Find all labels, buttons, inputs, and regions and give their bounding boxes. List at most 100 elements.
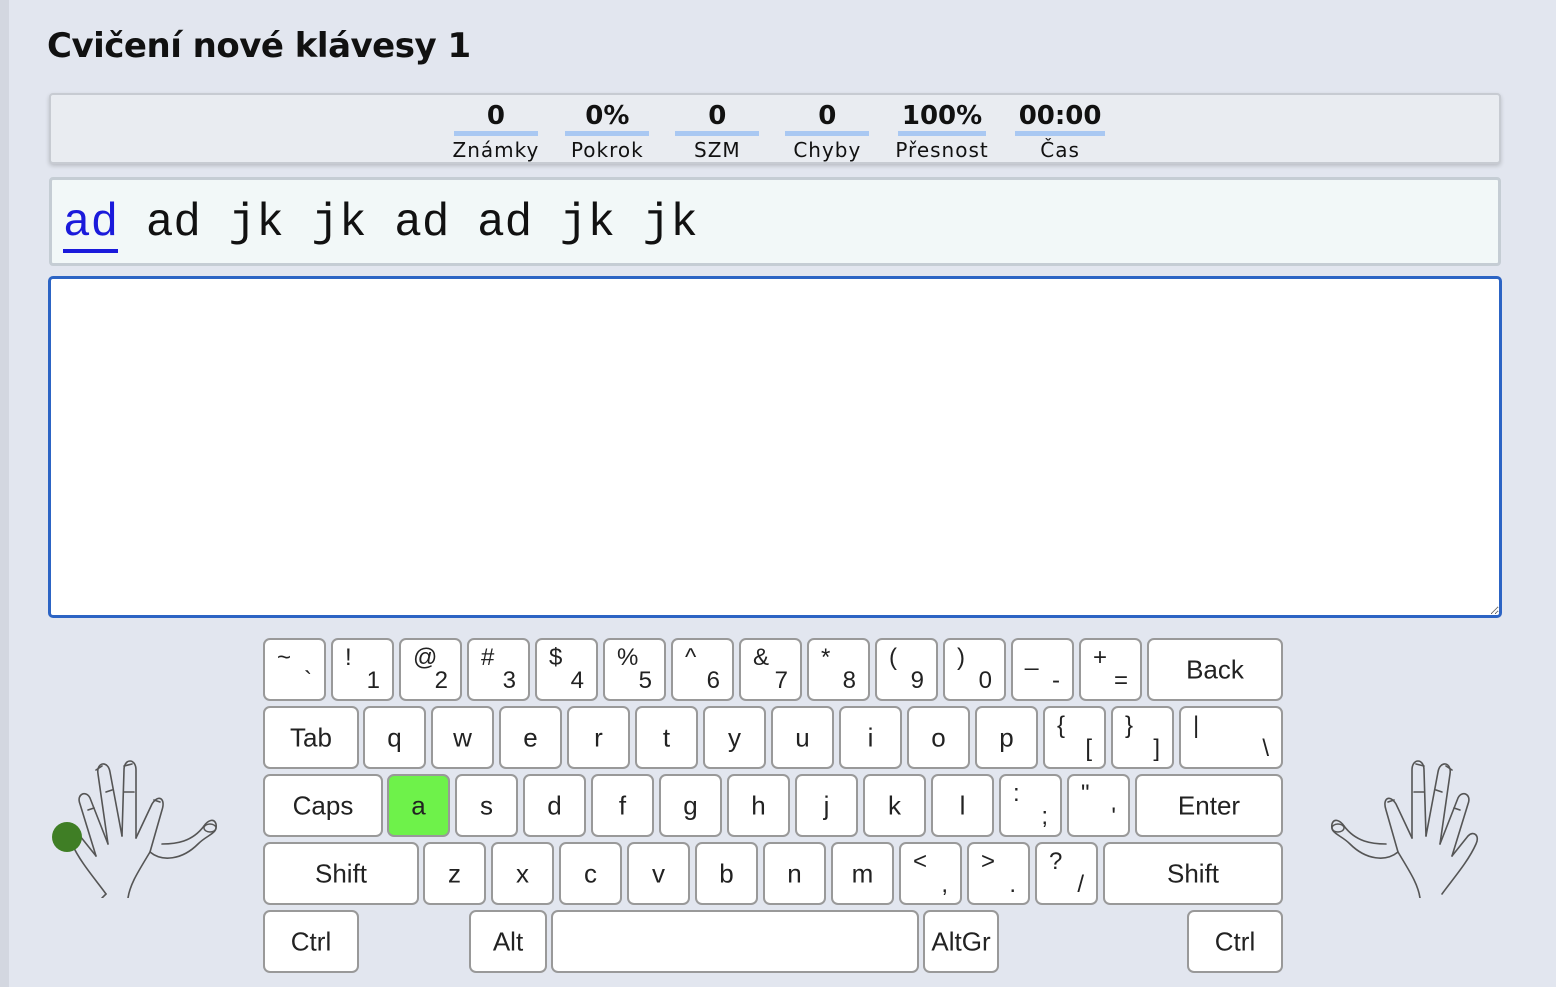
key-r1k13-1-13[interactable]: | \ [1179,706,1283,769]
virtual-keyboard: ~ `! 1 @2 #3 $4% 5 ^ 6 & 7 * 8(9) 0 _ - + = Back Tab q w e r t y u… [263,638,1283,973]
key-r0k8-0-8[interactable]: * 8 [807,638,870,701]
key-label: b [719,858,734,888]
key-c-3-3[interactable]: c [559,842,622,905]
key-enter-2-12[interactable]: Enter [1135,774,1283,837]
key-a-2-1[interactable]: a [387,774,450,837]
key-j-2-7[interactable]: j [795,774,858,837]
key-ctrl-4-0[interactable]: Ctrl [263,910,359,973]
key-q-1-1[interactable]: q [363,706,426,769]
key-r3k10-3-10[interactable]: ? / [1035,842,1098,905]
current-word: ad [63,197,119,253]
key-y-1-6[interactable]: y [703,706,766,769]
key-label: Shift [314,858,368,888]
key-label: p [999,722,1014,752]
key-e-1-3[interactable]: e [499,706,562,769]
key-r3k9-3-9[interactable]: >. [967,842,1030,905]
key-m-3-7[interactable]: m [831,842,894,905]
key-v-3-4[interactable]: v [627,842,690,905]
key-label: o [931,722,946,752]
key-r-1-4[interactable]: r [567,706,630,769]
key-s-2-2[interactable]: s [455,774,518,837]
key-label: w [453,722,472,752]
key-space-4-2[interactable] [551,910,919,973]
key-b-3-5[interactable]: b [695,842,758,905]
key-x-3-2[interactable]: x [491,842,554,905]
key-r0k2-0-2[interactable]: @2 [399,638,462,701]
key-base-label: 1 [366,667,380,694]
key-shift-3-0[interactable]: Shift [263,842,419,905]
key-shift-label: : [1013,780,1020,807]
key-g-2-5[interactable]: g [659,774,722,837]
key-h-2-6[interactable]: h [727,774,790,837]
key-label: Alt [492,926,524,956]
typing-input[interactable] [48,276,1502,618]
key-r1k12-1-12[interactable]: }] [1111,706,1174,769]
key-r0k6-0-6[interactable]: ^ 6 [671,638,734,701]
key-shift-label: # [481,644,495,671]
key-r0k10-0-10[interactable]: ) 0 [943,638,1006,701]
key-altgr-4-3[interactable]: AltGr [923,910,999,973]
key-z-3-1[interactable]: z [423,842,486,905]
key-n-3-6[interactable]: n [763,842,826,905]
key-r0k1-0-1[interactable]: ! 1 [331,638,394,701]
key-tab-1-0[interactable]: Tab [263,706,359,769]
key-i-1-8[interactable]: i [839,706,902,769]
key-label: a [411,790,426,820]
key-label: Tab [290,722,332,752]
key-base-label: 5 [638,667,652,694]
key-caps-2-0[interactable]: Caps [263,774,383,837]
key-label: AltGr [931,926,991,956]
key-w-1-2[interactable]: w [431,706,494,769]
key-t-1-5[interactable]: t [635,706,698,769]
key-base-label: \ [1262,735,1269,762]
key-d-2-3[interactable]: d [523,774,586,837]
key-o-1-9[interactable]: o [907,706,970,769]
key-r2k11-2-11[interactable]: " ' [1067,774,1130,837]
key-label: t [662,722,671,752]
key-shift-3-11[interactable]: Shift [1103,842,1283,905]
key-base-label: ` [304,667,312,694]
key-r0k4-0-4[interactable]: $4 [535,638,598,701]
key-ctrl-4-4[interactable]: Ctrl [1187,910,1283,973]
key-label: r [594,722,603,752]
key-shift-label: ( [889,644,897,671]
key-label: Shift [1166,858,1220,888]
key-shift-label: < [913,848,928,875]
key-base-label: / [1077,871,1084,898]
stat-value: 100% [897,101,987,136]
stat-value: 0 [453,101,538,136]
key-r3k8-3-8[interactable]: <, [899,842,962,905]
active-finger-indicator [52,822,82,852]
key-shift-label: & [753,644,770,671]
key-base-label: [ [1085,735,1092,762]
key-label: m [851,858,874,888]
key-k-2-8[interactable]: k [863,774,926,837]
key-r0k5-0-5[interactable]: % 5 [603,638,666,701]
key-u-1-7[interactable]: u [771,706,834,769]
key-base-label: ; [1041,803,1048,830]
key-f-2-4[interactable]: f [591,774,654,837]
key-shift-label: $ [549,644,563,671]
key-shift-label: ! [345,644,352,671]
key-back-0-13[interactable]: Back [1147,638,1283,701]
key-label: Back [1186,654,1244,684]
key-r0k7-0-7[interactable]: & 7 [739,638,802,701]
key-base-label: 7 [774,667,788,694]
key-r0k9-0-9[interactable]: (9 [875,638,938,701]
key-r1k11-1-11[interactable]: {[ [1043,706,1106,769]
key-r0k11-0-11[interactable]: _ - [1011,638,1074,701]
key-label: i [867,722,874,752]
key-shift-label: * [821,644,831,671]
key-alt-4-1[interactable]: Alt [469,910,547,973]
key-label: d [547,790,562,820]
key-l-2-9[interactable]: l [931,774,994,837]
key-r2k10-2-10[interactable]: :; [999,774,1062,837]
key-r0k0-0-0[interactable]: ~ ` [263,638,326,701]
key-label: Ctrl [290,926,332,956]
key-r0k3-0-3[interactable]: #3 [467,638,530,701]
key-label: q [387,722,402,752]
stat-label: Chyby [793,138,862,162]
key-r0k12-0-12[interactable]: + = [1079,638,1142,701]
key-label: h [751,790,766,820]
key-p-1-10[interactable]: p [975,706,1038,769]
